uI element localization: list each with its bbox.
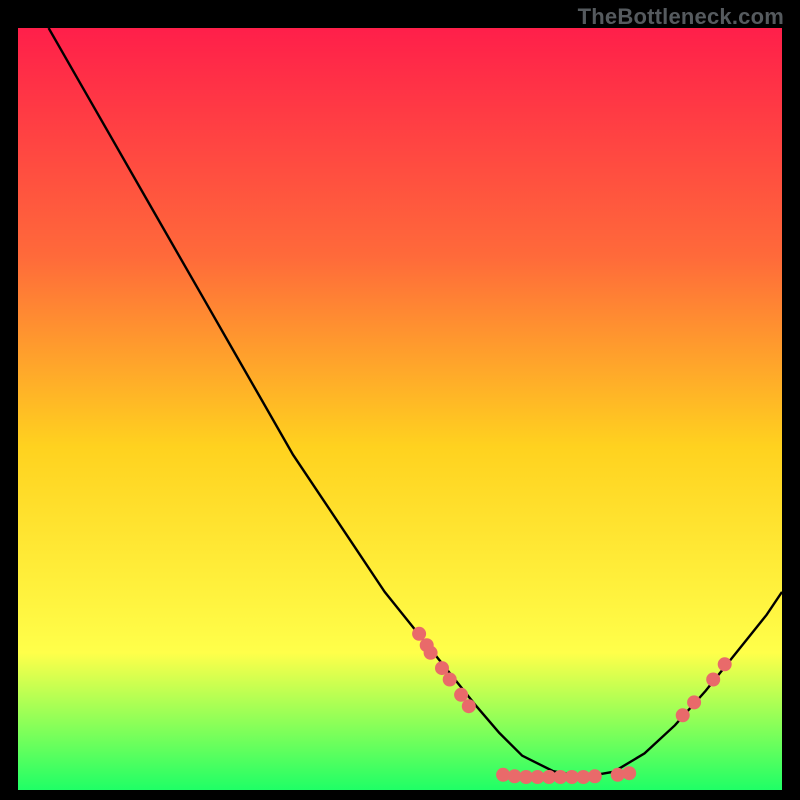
curve-marker — [424, 646, 438, 660]
curve-marker — [462, 699, 476, 713]
curve-marker — [588, 769, 602, 783]
curve-marker — [622, 766, 636, 780]
watermark-text: TheBottleneck.com — [578, 4, 784, 30]
curve-marker — [435, 661, 449, 675]
gradient-background — [18, 28, 782, 790]
curve-marker — [706, 673, 720, 687]
curve-marker — [718, 657, 732, 671]
curve-marker — [412, 627, 426, 641]
bottleneck-chart — [18, 28, 782, 790]
curve-marker — [443, 673, 457, 687]
curve-marker — [687, 695, 701, 709]
curve-marker — [676, 708, 690, 722]
curve-marker — [454, 688, 468, 702]
chart-frame — [18, 28, 782, 790]
